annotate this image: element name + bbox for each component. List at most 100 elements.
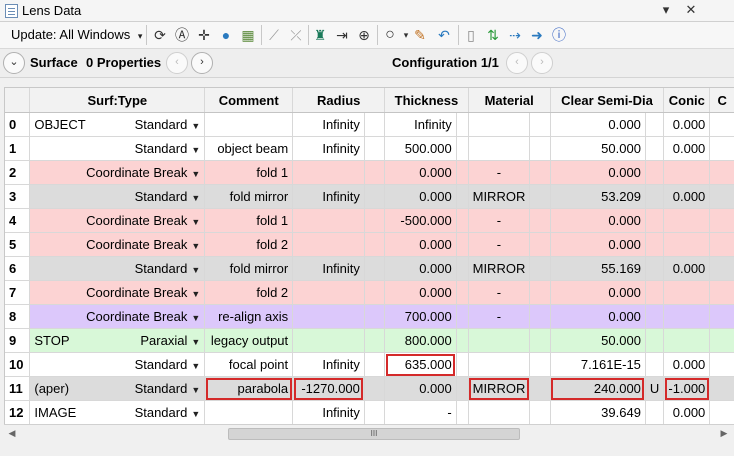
radius-solve-cell[interactable] <box>364 352 386 377</box>
material-cell[interactable] <box>468 352 531 377</box>
semi-dia-flag-cell[interactable] <box>645 160 665 185</box>
semi-dia-flag-cell[interactable] <box>645 208 665 233</box>
clear-semi-dia-cell[interactable]: 53.209 <box>550 184 646 209</box>
material-cell[interactable] <box>468 328 531 353</box>
row-number[interactable]: 4 <box>5 208 31 233</box>
comment-cell[interactable]: fold 1 <box>204 160 294 185</box>
extra-cell[interactable] <box>709 328 734 353</box>
table-row[interactable]: 10 Standard ▼ focal point Infinity 635.000 7.1… <box>5 352 734 377</box>
extra-cell[interactable] <box>709 400 734 425</box>
surf-type-cell[interactable]: (aper) Standard ▼ <box>29 376 206 401</box>
page-icon[interactable]: ▯ <box>461 25 481 45</box>
material-solve-cell[interactable] <box>529 400 551 425</box>
auto-refresh-icon[interactable]: Ⓐ <box>172 25 192 45</box>
semi-dia-flag-cell[interactable] <box>645 112 665 137</box>
clear-semi-dia-cell[interactable]: 55.169 <box>550 256 646 281</box>
table-row[interactable]: 7 Coordinate Break ▼ fold 2 0.000-0.000 <box>5 280 734 305</box>
table-row[interactable]: 12 IMAGE Standard ▼ Infinity - 39.649 0.000 <box>5 400 734 425</box>
pin-button[interactable]: ▾ <box>656 2 676 18</box>
surf-type-cell[interactable]: Coordinate Break ▼ <box>29 280 206 305</box>
table-row[interactable]: 8 Coordinate Break ▼ re-align axis 700.000-0… <box>5 304 734 329</box>
conic-cell[interactable] <box>663 304 711 329</box>
dropdown-arrow-icon[interactable]: ▼ <box>191 145 200 155</box>
extra-cell[interactable] <box>709 376 734 401</box>
surface-type[interactable]: Standard ▼ <box>135 141 201 156</box>
semi-dia-flag-cell[interactable] <box>645 400 665 425</box>
comment-cell[interactable]: parabola <box>204 376 294 401</box>
row-number[interactable]: 10 <box>5 352 31 377</box>
material-cell[interactable]: - <box>468 304 531 329</box>
next-config-button[interactable]: › <box>531 52 553 74</box>
thickness-cell[interactable]: - <box>384 400 457 425</box>
extra-cell[interactable] <box>709 232 734 257</box>
row-number[interactable]: 2 <box>5 160 31 185</box>
comment-cell[interactable]: legacy output <box>204 328 294 353</box>
radius-cell[interactable] <box>292 304 365 329</box>
col-header-surftype[interactable]: Surf:Type <box>29 88 206 113</box>
thickness-solve-cell[interactable] <box>456 328 469 353</box>
table-row[interactable]: 4 Coordinate Break ▼ fold 1 -500.000-0.000 <box>5 208 734 233</box>
crosshair-icon[interactable]: ✛ <box>194 25 214 45</box>
clear-semi-dia-cell[interactable]: 0.000 <box>550 232 646 257</box>
map-icon[interactable]: ▦ <box>238 25 258 45</box>
radius-cell[interactable]: Infinity <box>292 184 365 209</box>
radius-solve-cell[interactable] <box>364 304 386 329</box>
dropdown-arrow-icon[interactable]: ▼ <box>191 265 200 275</box>
extra-cell[interactable] <box>709 280 734 305</box>
thickness-solve-cell[interactable] <box>456 232 469 257</box>
row-number[interactable]: 1 <box>5 136 31 161</box>
thickness-cell[interactable]: Infinity <box>384 112 457 137</box>
dropdown-arrow-icon[interactable]: ▼ <box>191 361 200 371</box>
dropdown-arrow-icon[interactable]: ▼ <box>191 409 200 419</box>
radius-solve-cell[interactable] <box>364 376 386 401</box>
material-cell[interactable]: MIRROR <box>468 376 531 401</box>
col-header-radius[interactable]: Radius <box>292 88 386 113</box>
radius-cell[interactable]: Infinity <box>292 112 365 137</box>
row-number[interactable]: 9 <box>5 328 31 353</box>
clear-semi-dia-cell[interactable]: 240.000 <box>550 376 646 401</box>
extra-cell[interactable] <box>709 352 734 377</box>
material-solve-cell[interactable] <box>529 256 551 281</box>
material-cell[interactable] <box>468 400 531 425</box>
material-solve-cell[interactable] <box>529 208 551 233</box>
corner-cell[interactable] <box>5 88 31 113</box>
radius-cell[interactable]: -1270.000 <box>292 376 365 401</box>
comment-cell[interactable] <box>204 112 294 137</box>
surf-type-cell[interactable]: Coordinate Break ▼ <box>29 160 206 185</box>
radius-solve-cell[interactable] <box>364 208 386 233</box>
thickness-cell[interactable]: 0.000 <box>384 160 457 185</box>
thickness-solve-cell[interactable] <box>456 256 469 281</box>
clear-semi-dia-cell[interactable]: 50.000 <box>550 136 646 161</box>
pen-icon[interactable]: ✎ <box>410 25 430 45</box>
material-cell[interactable]: MIRROR <box>468 256 531 281</box>
radius-solve-cell[interactable] <box>364 280 386 305</box>
dropdown-arrow-icon[interactable]: ▼ <box>191 385 200 395</box>
thickness-cell[interactable]: 0.000 <box>384 184 457 209</box>
lens-icon[interactable]: ⊕ <box>354 25 374 45</box>
radius-cell[interactable] <box>292 208 365 233</box>
radius-cell[interactable] <box>292 328 365 353</box>
radius-solve-cell[interactable] <box>364 160 386 185</box>
table-row[interactable]: 1 Standard ▼ object beam Infinity 500.000 50.0… <box>5 136 734 161</box>
surface-type[interactable]: Standard ▼ <box>135 189 201 204</box>
material-cell[interactable] <box>468 136 531 161</box>
thickness-cell[interactable]: 500.000 <box>384 136 457 161</box>
col-header-c[interactable]: C <box>709 88 734 113</box>
material-cell[interactable] <box>468 112 531 137</box>
dropdown-arrow-icon[interactable]: ▼ <box>191 193 200 203</box>
figure-icon[interactable]: ♜ <box>310 25 330 45</box>
thickness-cell[interactable]: -500.000 <box>384 208 457 233</box>
conic-cell[interactable] <box>663 208 711 233</box>
scroll-thumb[interactable]: III <box>228 428 520 440</box>
right-arrow-icon[interactable]: ➜ <box>527 25 547 45</box>
conic-cell[interactable]: 0.000 <box>663 136 711 161</box>
radius-solve-cell[interactable] <box>364 328 386 353</box>
radius-cell[interactable] <box>292 160 365 185</box>
conic-cell[interactable]: 0.000 <box>663 184 711 209</box>
material-cell[interactable]: - <box>468 280 531 305</box>
comment-cell[interactable]: fold mirror <box>204 256 294 281</box>
table-row[interactable]: 9 STOP Paraxial ▼ legacy output 800.000 50.000 <box>5 328 734 353</box>
radius-cell[interactable]: Infinity <box>292 352 365 377</box>
conic-cell[interactable]: 0.000 <box>663 112 711 137</box>
scroll-left-icon[interactable]: ◀ <box>6 427 18 439</box>
